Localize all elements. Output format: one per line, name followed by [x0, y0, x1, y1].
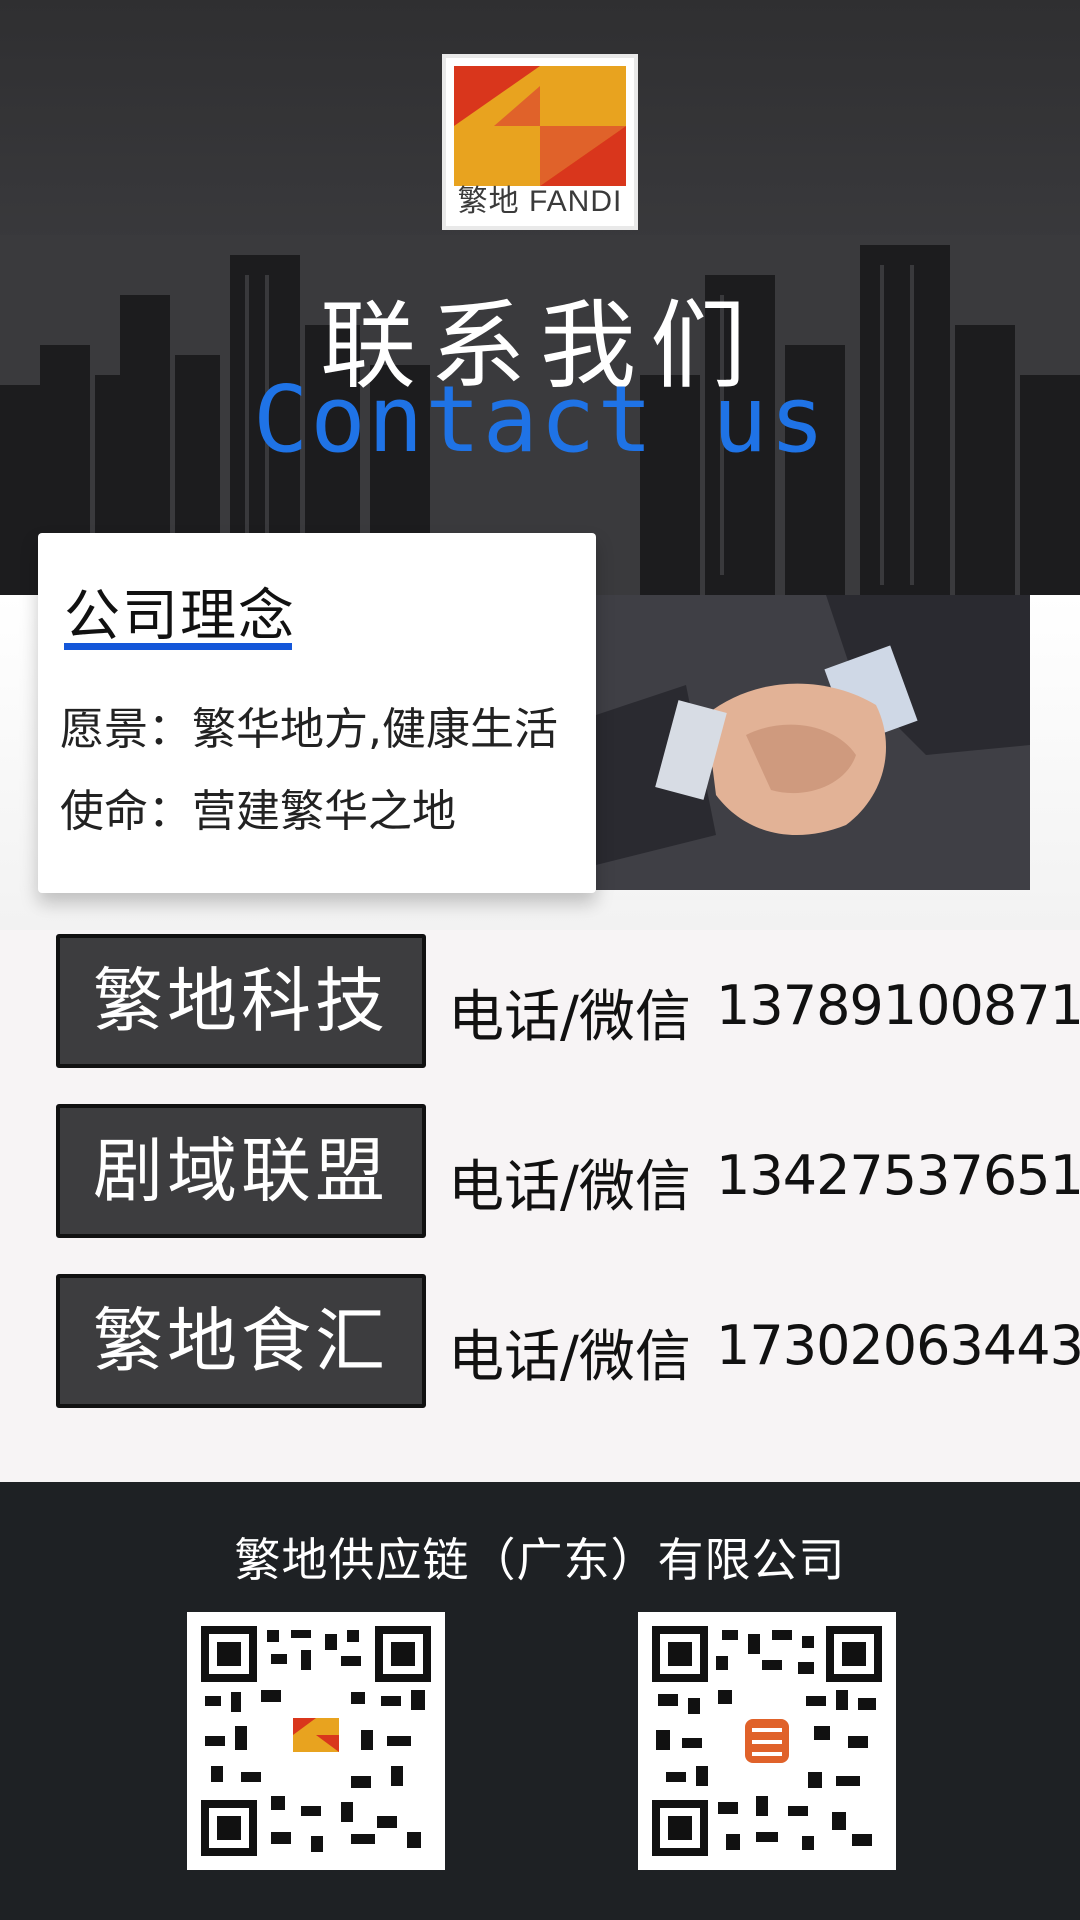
heading-underline	[64, 643, 292, 650]
footer: 繁地供应链（广东）有限公司	[0, 1482, 1080, 1920]
company-concept-card: 公司理念 愿景：繁华地方,健康生活 使命：营建繁华之地	[38, 533, 596, 893]
phone-number[interactable]: 17302063443	[716, 1314, 1080, 1377]
phone-number[interactable]: 13427537651	[716, 1144, 1080, 1207]
phone-label: 电话/微信	[448, 1325, 691, 1390]
phone-label: 电话/微信	[448, 985, 691, 1050]
mission-text: 使命：营建繁华之地	[60, 786, 456, 837]
vision-text: 愿景：繁华地方,健康生活	[60, 704, 558, 755]
hero-banner: 繁地 FANDI 联系我们 Contact us	[0, 0, 1080, 595]
phone-label: 电话/微信	[448, 1155, 691, 1220]
qr-code-juyu	[638, 1612, 896, 1870]
phone-number[interactable]: 13789100871	[716, 974, 1080, 1037]
qr-code-fandi-icon	[201, 1626, 431, 1856]
brand-box-juyu-alliance: 剧域联盟	[56, 1104, 426, 1238]
qr-code-fandi	[187, 1612, 445, 1870]
logo-text: 繁地 FANDI	[457, 185, 623, 218]
handshake-image	[596, 595, 1030, 890]
concept-heading: 公司理念	[64, 584, 296, 649]
brand-box-fandi-tech: 繁地科技	[56, 934, 426, 1068]
qr-code-juyu-icon	[652, 1626, 882, 1856]
brand-box-fandi-food: 繁地食汇	[56, 1274, 426, 1408]
handshake-icon	[596, 595, 1030, 890]
contact-list: 繁地科技 电话/微信 13789100871 剧域联盟 电话/微信 134275…	[0, 930, 1080, 1482]
fandi-logo: 繁地 FANDI	[442, 54, 638, 230]
company-name: 繁地供应链（广东）有限公司	[234, 1533, 846, 1587]
fandi-logo-icon	[454, 66, 626, 186]
page-title-english: Contact us	[253, 366, 827, 473]
